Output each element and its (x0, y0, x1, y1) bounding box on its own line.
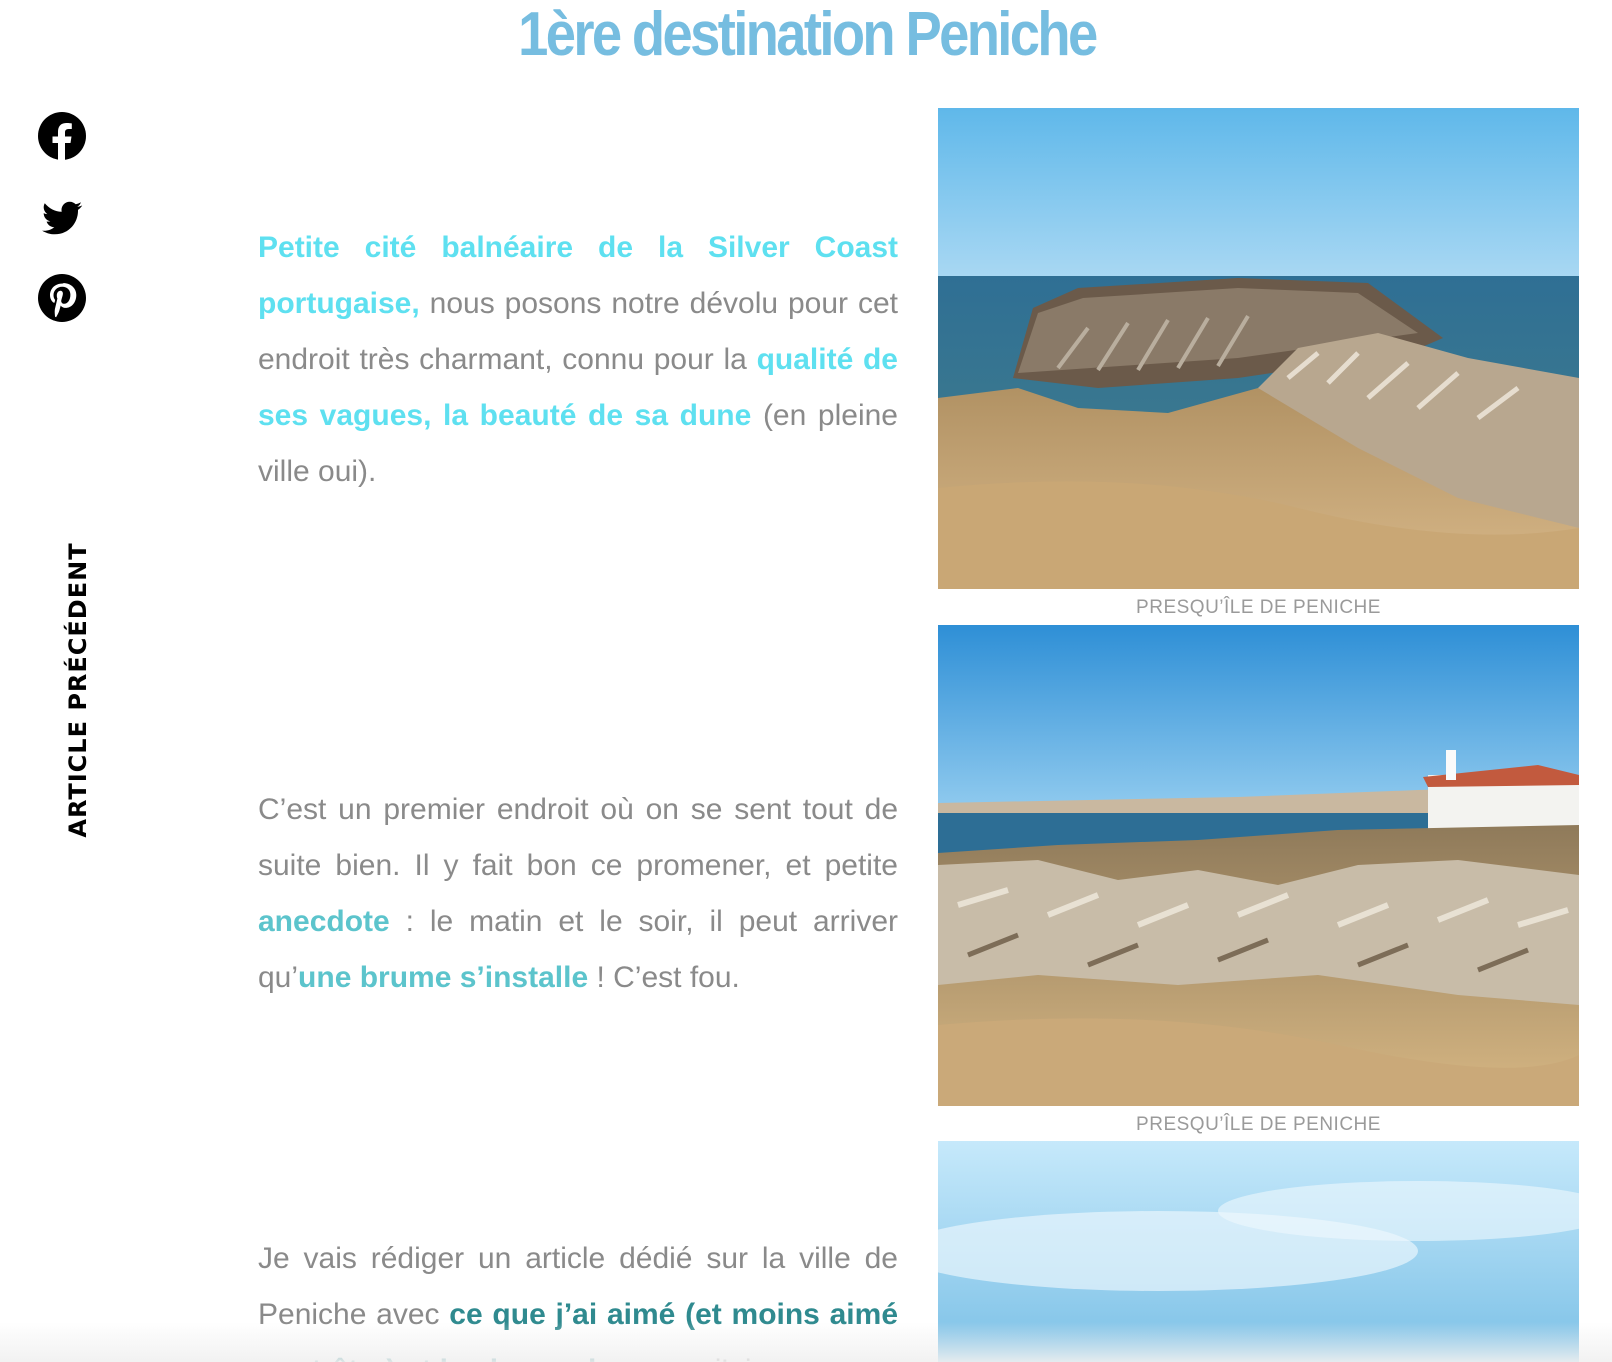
article-teaser-paragraph: Je vais rédiger un article dédié sur la … (258, 1231, 898, 1362)
pinterest-share-button[interactable] (38, 274, 86, 322)
facebook-share-button[interactable] (38, 112, 86, 160)
peniche-peninsula-photo-1[interactable] (938, 108, 1579, 589)
anecdote-paragraph: C’est un premier endroit où on se sent t… (258, 782, 898, 1006)
paragraph-text: ! C’est fou. (588, 961, 740, 994)
intro-paragraph: Petite cité balnéaire de la Silver Coast… (258, 220, 898, 500)
photo-caption: PRESQU’ÎLE DE PENICHE (1136, 1114, 1381, 1135)
article-page: 1ère destination Peniche ARTICLE PRÉCÉDE… (0, 0, 1612, 1362)
highlight-link: anecdote (258, 905, 390, 938)
photo-caption: PRESQU’ÎLE DE PENICHE (1136, 597, 1381, 618)
pinterest-icon (38, 274, 86, 322)
peniche-photo-3[interactable] (938, 1141, 1579, 1362)
facebook-icon (38, 112, 86, 160)
photo-image (938, 625, 1579, 1106)
photo-image (938, 1141, 1579, 1362)
paragraph-text: C’est un premier endroit où on se sent t… (258, 793, 898, 882)
paragraph-text: que j’ai (648, 1354, 751, 1362)
section-title: 1ère destination Peniche (518, 0, 1098, 69)
highlight-link: une brume s’installe (298, 961, 589, 994)
previous-article-link[interactable]: ARTICLE PRÉCÉDENT (64, 542, 92, 837)
photo-image (938, 108, 1579, 589)
twitter-icon (42, 201, 83, 235)
twitter-share-button[interactable] (38, 194, 86, 242)
peniche-peninsula-photo-2[interactable] (938, 625, 1579, 1106)
